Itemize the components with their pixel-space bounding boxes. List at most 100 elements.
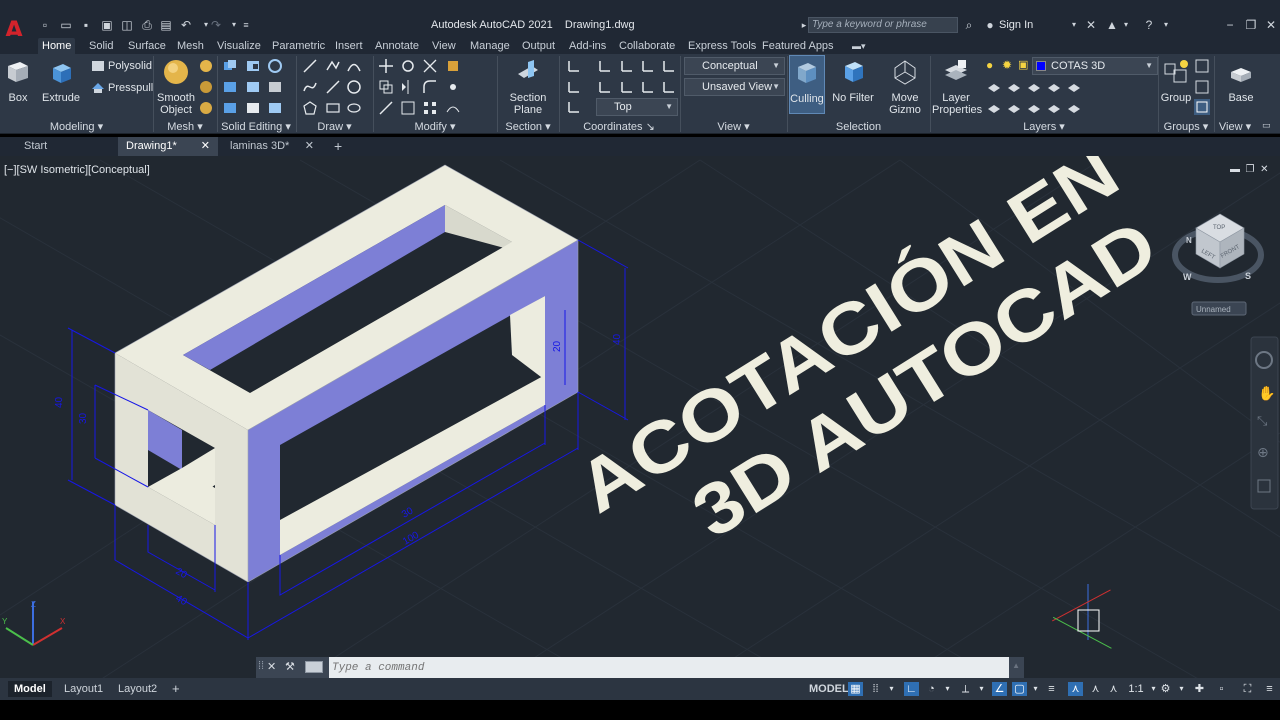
object-snap-icon[interactable]: ▢ — [1012, 682, 1027, 696]
layer-tool-2-icon[interactable] — [1006, 79, 1022, 95]
annotation-visibility-icon[interactable]: ⋏ — [1068, 682, 1083, 696]
view-panel-title[interactable]: View ▾ — [680, 120, 787, 134]
tab-view[interactable]: View — [428, 38, 460, 54]
mesh-smooth-less-icon[interactable] — [198, 79, 214, 95]
layer-properties-button[interactable]: Layer Properties — [932, 58, 982, 116]
fillet-icon[interactable] — [422, 79, 438, 95]
a360-dropdown-icon[interactable]: ▾ — [1118, 17, 1134, 33]
extract-edges-icon[interactable] — [267, 79, 283, 95]
line-icon[interactable] — [302, 58, 318, 74]
command-input[interactable] — [329, 657, 1009, 678]
separate-icon[interactable] — [222, 100, 238, 116]
tab-visualize[interactable]: Visualize — [213, 38, 265, 54]
ellipse-icon[interactable] — [346, 100, 362, 116]
erase-icon[interactable] — [445, 58, 461, 74]
groups-panel-title[interactable]: Groups ▾ — [1158, 120, 1214, 134]
ungroup-icon[interactable] — [1194, 58, 1210, 74]
polygon-icon[interactable] — [302, 100, 318, 116]
print-icon[interactable]: ⎙ — [139, 17, 155, 33]
close-icon[interactable]: ✕ — [1263, 17, 1279, 33]
layout-tab-layout2[interactable]: Layout2 — [112, 681, 163, 697]
ucs-x-icon[interactable] — [566, 79, 582, 95]
plus-icon[interactable]: ✚ — [1192, 682, 1207, 696]
scale-icon[interactable] — [400, 100, 416, 116]
modeling-panel-title[interactable]: Modeling ▾ — [0, 120, 153, 134]
new-icon[interactable]: ▫ — [37, 17, 53, 33]
tab-parametric[interactable]: Parametric — [268, 38, 329, 54]
clean-screen-icon[interactable]: ⛶ — [1240, 682, 1255, 696]
tab-surface[interactable]: Surface — [124, 38, 170, 54]
selection-panel-title[interactable]: Selection — [787, 120, 930, 134]
saved-view-select[interactable]: Unsaved View ▼ — [684, 78, 785, 96]
rectangle-icon[interactable] — [325, 100, 341, 116]
interfere-icon[interactable] — [245, 79, 261, 95]
coordinates-panel-title[interactable]: Coordinates ↘ — [559, 120, 679, 134]
layer-tool-7-icon[interactable] — [1006, 100, 1022, 116]
ucs-view-icon[interactable] — [640, 79, 656, 95]
layer-tool-5-icon[interactable] — [1066, 79, 1082, 95]
tab-home[interactable]: Home — [38, 38, 76, 54]
presspull-button[interactable]: Presspull — [108, 82, 153, 94]
workspace-gear-icon[interactable]: ⚙ — [1158, 682, 1173, 696]
polar-dropdown-icon[interactable]: ▾ — [940, 682, 955, 696]
tab-solid[interactable]: Solid — [85, 38, 117, 54]
layer-tool-6-icon[interactable] — [986, 100, 1002, 116]
orbit-icon[interactable]: ⊕ — [1257, 444, 1269, 460]
section-panel-title[interactable]: Section ▾ — [497, 120, 559, 134]
tab-add-ins[interactable]: Add-ins — [565, 38, 610, 54]
mesh-refine-icon[interactable] — [198, 100, 214, 116]
search-icon[interactable]: ⌕ — [961, 17, 977, 33]
close-icon[interactable]: ✕ — [267, 660, 276, 673]
tab-featured-apps[interactable]: Featured Apps — [758, 38, 838, 54]
explode-icon[interactable] — [445, 79, 461, 95]
zoom-extents-icon[interactable]: ⤡ — [1257, 413, 1268, 428]
customize-qat-icon[interactable]: ≡ — [238, 17, 254, 33]
extrude-button[interactable]: Extrude — [42, 58, 80, 104]
sign-in-link[interactable]: Sign In — [999, 19, 1033, 31]
view2-panel-title[interactable]: View ▾ — [1214, 120, 1256, 134]
viewport-window-controls[interactable]: ▬ ❐ ✕ — [1230, 164, 1268, 175]
mirror-icon[interactable] — [400, 79, 416, 95]
spline-icon[interactable] — [302, 79, 318, 95]
isodraft-dropdown-icon[interactable]: ▾ — [974, 682, 989, 696]
redo-icon[interactable]: ↷ — [208, 17, 224, 33]
group-edit-icon[interactable] — [1194, 79, 1210, 95]
circle-icon[interactable] — [346, 79, 362, 95]
offset-icon[interactable] — [445, 100, 461, 116]
layer-select[interactable]: COTAS 3D ▼ — [1032, 57, 1158, 75]
group-selection-icon[interactable] — [1194, 99, 1210, 115]
tab-express-tools[interactable]: Express Tools — [684, 38, 760, 54]
save-icon[interactable]: ▪ — [78, 17, 94, 33]
navigation-bar[interactable]: ✋ ⤡ ⊕ — [1250, 336, 1279, 510]
layer-on-icon[interactable]: ● — [986, 58, 1002, 74]
ucs-object-icon[interactable] — [661, 79, 677, 95]
layout-tab-model[interactable]: Model — [8, 681, 52, 697]
mesh-panel-title[interactable]: Mesh ▾ — [153, 120, 217, 134]
section-plane-button[interactable]: Section Plane — [503, 58, 553, 116]
drawing-viewport[interactable]: 40 30 20 40 30 100 20 40 ACOTACIÓN EN 3D… — [0, 156, 1280, 678]
solid-editing-panel-title[interactable]: Solid Editing ▾ — [217, 120, 295, 134]
ucs-view-select[interactable]: Top ▼ — [596, 98, 678, 116]
trim-icon[interactable] — [422, 58, 438, 74]
layer-tool-4-icon[interactable] — [1046, 79, 1062, 95]
ucs-face-icon[interactable] — [661, 58, 677, 74]
command-line[interactable]: ⁞⁞ ✕ ⚒ ▲ — [256, 657, 1024, 678]
chevron-up-icon[interactable]: ▲ — [1012, 661, 1020, 670]
visual-style-select[interactable]: Conceptual ▼ — [684, 57, 785, 75]
move-icon[interactable] — [378, 58, 394, 74]
ribbon-options-icon[interactable]: ▭ — [1262, 120, 1278, 136]
auto-scale-icon[interactable]: ⋏ — [1088, 682, 1103, 696]
doc-tab-laminas[interactable]: laminas 3D* ✕ — [222, 137, 322, 156]
exchange-icon[interactable]: ✕ — [1083, 17, 1099, 33]
layer-thaw-icon[interactable]: ✹ — [1002, 58, 1018, 74]
plot-icon[interactable]: ▤ — [158, 17, 174, 33]
polysolid-button[interactable]: Polysolid — [108, 60, 152, 72]
mesh-smooth-more-icon[interactable] — [198, 58, 214, 74]
modify-panel-title[interactable]: Modify ▾ — [373, 120, 497, 134]
ucs-3point-icon[interactable] — [640, 58, 656, 74]
snap-icon[interactable]: ⁞⁞ — [868, 682, 883, 696]
doc-tab-drawing1[interactable]: Drawing1* ✕ — [118, 137, 218, 156]
tab-collaborate[interactable]: Collaborate — [615, 38, 679, 54]
array-icon[interactable] — [422, 100, 438, 116]
subtract-icon[interactable] — [245, 58, 261, 74]
